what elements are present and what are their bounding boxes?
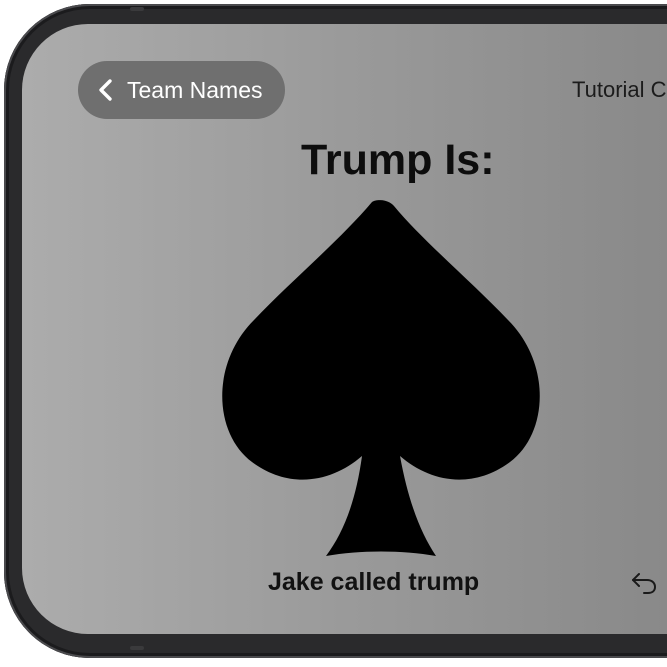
tutorial-button[interactable]: Tutorial C <box>572 77 667 103</box>
chevron-left-icon <box>99 79 112 101</box>
side-button-bottom <box>130 646 144 650</box>
back-button-label: Team Names <box>127 76 263 103</box>
game-screen: Team Names Tutorial C Trump Is: Jake cal… <box>22 24 667 634</box>
undo-arrow-icon[interactable] <box>628 565 660 597</box>
trump-heading: Trump Is: <box>301 136 495 184</box>
trump-caller-text: Jake called trump <box>268 568 480 596</box>
back-button[interactable]: Team Names <box>78 61 285 119</box>
spade-icon <box>222 200 540 556</box>
side-button-top <box>130 7 144 11</box>
app-viewport: Team Names Tutorial C Trump Is: Jake cal… <box>0 0 667 667</box>
